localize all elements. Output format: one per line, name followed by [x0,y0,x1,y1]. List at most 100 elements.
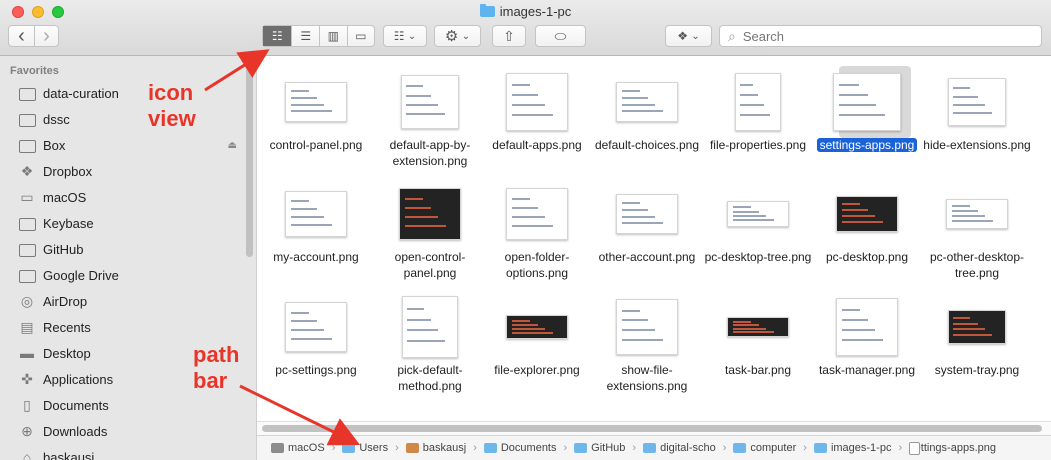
annotation-path-bar-line1: path [193,342,240,367]
path-separator: › [473,442,477,454]
file-item[interactable]: file-explorer.png [481,286,593,378]
folder-icon [18,137,36,153]
file-name: open-folder-options.png [504,250,570,280]
path-separator: › [395,442,399,454]
home-icon: ⌂ [22,449,32,460]
action-menu-button[interactable]: ⚙ ⌄ [434,25,481,47]
file-item[interactable]: system-tray.png [921,286,1033,378]
path-item-label: GitHub [591,442,626,454]
file-item[interactable]: pc-settings.png [260,286,372,378]
annotation-path-bar: path bar [193,342,239,394]
file-thumbnail [727,317,789,337]
path-item[interactable]: images-1-pc [813,442,891,454]
file-item[interactable]: task-bar.png [702,286,814,378]
path-item[interactable]: Documents [483,442,557,454]
forward-button[interactable]: › [34,25,58,47]
sidebar-item-dssc[interactable]: dssc [0,106,245,132]
file-thumbnail [506,315,568,339]
file-item[interactable]: pc-desktop.png [811,173,923,265]
path-item[interactable]: settings-apps.png [909,441,996,455]
sidebar-item-baskausj[interactable]: ⌂ baskausj [0,444,245,460]
path-item[interactable]: Users [342,442,388,454]
file-item[interactable]: default-apps.png [481,61,593,153]
file-item[interactable]: default-choices.png [591,61,703,153]
sidebar-item-label: macOS [43,189,87,205]
file-item[interactable]: control-panel.png [260,61,372,153]
sidebar-item-recents[interactable]: ▤ Recents [0,314,245,340]
file-thumbnail [616,299,678,355]
share-button[interactable]: ⇧ [492,25,526,47]
window-title-text: images-1-pc [499,4,572,19]
view-mode-control: ☷ ☰ ▥ ▭ [262,25,375,47]
file-item[interactable]: pick-default-method.png [374,286,486,394]
file-item[interactable]: default-app-by-extension.png [374,61,486,169]
column-view-button[interactable]: ▥ [318,26,347,46]
file-item[interactable]: open-folder-options.png [481,173,593,281]
search-field[interactable]: ⌕ [719,25,1042,47]
sidebar-item-data-curation[interactable]: data-curation [0,80,245,106]
annotation-icon-view: icon view [148,80,196,132]
disk-icon [271,443,284,453]
sidebar-item-keybase[interactable]: Keybase [0,210,245,236]
search-input[interactable] [740,27,1035,45]
sidebar-item-github[interactable]: GitHub [0,236,245,262]
sidebar-item-google-drive[interactable]: Google Drive [0,262,245,288]
file-item[interactable]: pc-desktop-tree.png [702,173,814,265]
folder-icon [18,241,36,257]
file-name: show-file-extensions.png [606,363,688,393]
group-by-button[interactable]: ☷ ⌄ [383,25,427,47]
sidebar-item-airdrop[interactable]: ◎ AirDrop [0,288,245,314]
path-item[interactable]: computer [733,442,796,454]
airdrop-icon: ◎ [20,292,34,309]
sidebar-item-box[interactable]: Box ⏏ [0,132,245,158]
path-item[interactable]: digital-scho [643,442,716,454]
file-thumbnail [285,191,347,237]
file-thumbnail [948,310,1006,344]
folder-icon [18,85,36,101]
edit-tags-button[interactable]: ⬭ [535,25,586,47]
scrollbar-knob[interactable] [262,425,1042,432]
file-item[interactable]: other-account.png [591,173,703,265]
dropbox-menu-button[interactable]: ❖ ⌄ [665,25,712,47]
gallery-view-button[interactable]: ▭ [346,26,375,46]
chevron-down-icon: ⌄ [691,30,700,42]
list-view-button[interactable]: ☰ [291,26,319,46]
path-item[interactable]: GitHub [574,442,625,454]
sidebar-item-label: Documents [43,397,109,413]
path-item[interactable]: baskausj [405,442,466,454]
file-name: other-account.png [598,250,696,264]
horizontal-scrollbar[interactable] [257,421,1051,435]
path-item[interactable]: macOS [271,442,325,454]
file-thumbnail [285,82,347,122]
eject-icon[interactable]: ⏏ [228,140,237,151]
file-item[interactable]: pc-other-desktop-tree.png [921,173,1033,281]
file-name: open-control-panel.png [394,250,466,280]
file-grid: control-panel.png default-app-by-extensio… [257,56,1051,421]
file-thumbnail [616,82,678,122]
sidebar-item-label: Dropbox [43,163,93,179]
sidebar-item-macos[interactable]: ▭ macOS [0,184,245,210]
share-icon: ⇧ [503,27,515,44]
sidebar-scrollbar[interactable] [246,62,253,257]
file-item[interactable]: task-manager.png [811,286,923,378]
file-item[interactable]: hide-extensions.png [921,61,1033,153]
sidebar-item-documents[interactable]: ▯ Documents [0,392,245,418]
column-view-icon: ▥ [327,29,339,43]
file-item[interactable]: my-account.png [260,173,372,265]
file-item[interactable]: file-properties.png [702,61,814,153]
sidebar-item-dropbox[interactable]: ❖ Dropbox [0,158,245,184]
file-thumbnail [836,196,898,232]
home-icon [405,443,419,453]
path-item-label: digital-scho [660,442,716,454]
file-item[interactable]: settings-apps.png [811,61,923,153]
icon-view-button[interactable]: ☷ [263,26,292,46]
file-item[interactable]: show-file-extensions.png [591,286,703,394]
gear-icon: ⚙ [444,28,459,45]
back-button[interactable]: ‹ [9,25,34,47]
file-thumbnail [399,188,461,240]
file-name: task-bar.png [724,363,792,377]
file-item[interactable]: open-control-panel.png [374,173,486,281]
sidebar-item-downloads[interactable]: ⊕ Downloads [0,418,245,444]
sidebar: Favorites data-curation dssc Box ⏏ ❖ Dropbox ▭… [0,56,257,460]
file-name: control-panel.png [269,138,363,152]
